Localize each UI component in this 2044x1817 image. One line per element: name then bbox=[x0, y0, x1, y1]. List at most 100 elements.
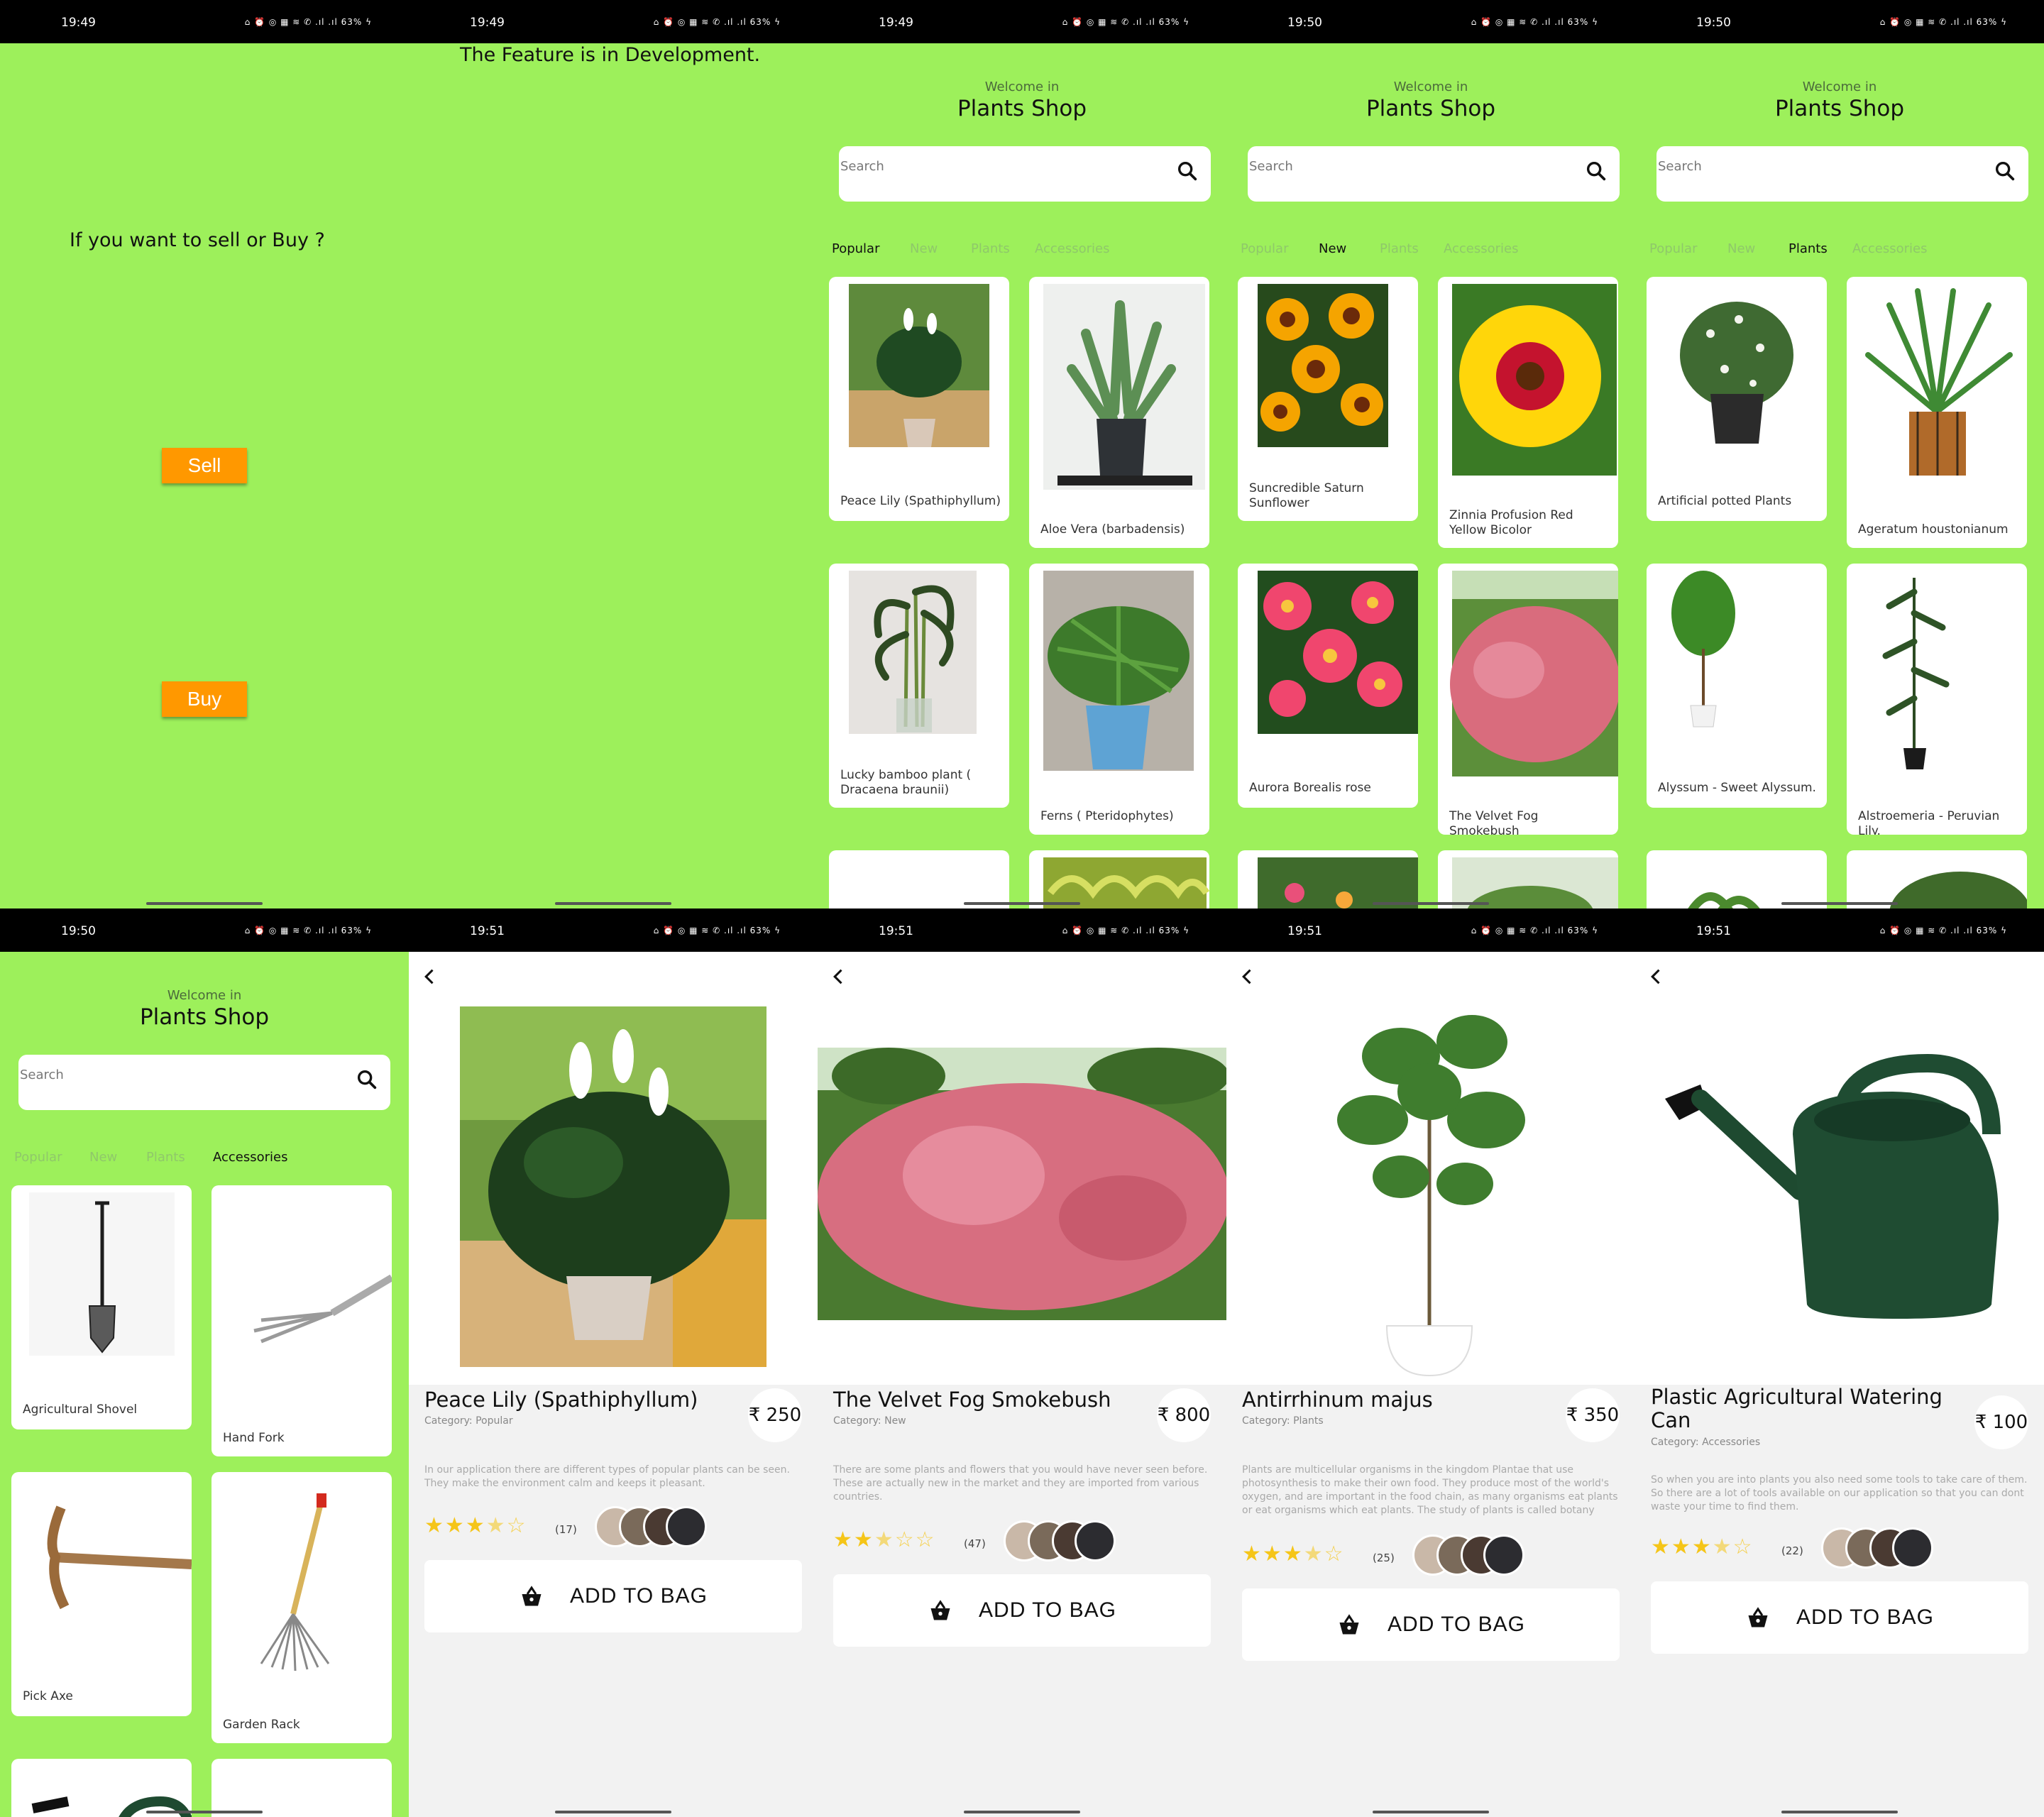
star-filled-icon: ★ bbox=[1242, 1542, 1263, 1566]
category-tabs: Popular New Plants Accessories bbox=[1241, 241, 1624, 263]
status-bar: 19:49 ⌂ ⏰ ◎ ▦ ≋ ✆ .ıl .ıl 63% ϟ bbox=[818, 0, 1226, 43]
back-arrow-icon[interactable] bbox=[1238, 967, 1258, 987]
status-icons: ⌂ ⏰ ◎ ▦ ≋ ✆ .ıl .ıl 63% ϟ bbox=[1062, 926, 1189, 935]
tab-plants[interactable]: Plants bbox=[1788, 241, 1828, 256]
tab-accessories[interactable]: Accessories bbox=[213, 1150, 288, 1165]
product-name: Alyssum - Sweet Alyssum. bbox=[1658, 781, 1816, 795]
rating-count: (22) bbox=[1781, 1544, 1803, 1557]
product-card[interactable]: Alyssum - Sweet Alyssum. bbox=[1647, 564, 1827, 808]
category-tabs: Popular New Plants Accessories bbox=[1649, 241, 2033, 263]
status-icons: ⌂ ⏰ ◎ ▦ ≋ ✆ .ıl .ıl 63% ϟ bbox=[244, 17, 372, 27]
star-filled-icon: ★ bbox=[1282, 1542, 1304, 1566]
status-icons: ⌂ ⏰ ◎ ▦ ≋ ✆ .ıl .ıl 63% ϟ bbox=[653, 926, 781, 935]
product-card[interactable]: Alstroemeria - Peruvian Lily. bbox=[1847, 564, 2027, 835]
star-filled-icon: ★ bbox=[833, 1527, 854, 1552]
home-indicator[interactable] bbox=[1373, 1811, 1489, 1813]
tab-popular[interactable]: Popular bbox=[832, 241, 880, 256]
status-icons: ⌂ ⏰ ◎ ▦ ≋ ✆ .ıl .ıl 63% ϟ bbox=[653, 17, 781, 27]
status-bar: 19:49 ⌂ ⏰ ◎ ▦ ≋ ✆ .ıl .ıl 63% ϟ bbox=[409, 0, 818, 43]
search-icon[interactable] bbox=[1175, 159, 1199, 183]
tab-popular[interactable]: Popular bbox=[1649, 241, 1698, 256]
product-card[interactable]: Artificial potted Plants bbox=[1647, 277, 1827, 521]
home-indicator[interactable] bbox=[1781, 902, 1898, 905]
home-indicator[interactable] bbox=[964, 1811, 1080, 1813]
rating-stars: ★★★★☆ bbox=[424, 1513, 527, 1538]
add-to-bag-button[interactable]: ADD TO BAG bbox=[833, 1574, 1211, 1647]
tab-new[interactable]: New bbox=[1319, 241, 1346, 256]
product-card[interactable]: Suncredible Saturn Sunflower bbox=[1238, 277, 1418, 521]
search-icon[interactable] bbox=[1993, 159, 2017, 183]
aurora-rose-image bbox=[1258, 571, 1418, 734]
tab-accessories[interactable]: Accessories bbox=[1852, 241, 1928, 256]
home-indicator[interactable] bbox=[1781, 1811, 1898, 1813]
tab-plants[interactable]: Plants bbox=[971, 241, 1010, 256]
search-icon[interactable] bbox=[355, 1067, 379, 1092]
add-to-bag-label: ADD TO BAG bbox=[1388, 1613, 1525, 1636]
sell-button[interactable]: Sell bbox=[162, 448, 247, 483]
product-card[interactable]: Agricultural Shovel bbox=[11, 1185, 192, 1429]
product-card[interactable]: Hand Fork bbox=[211, 1185, 392, 1456]
tab-popular[interactable]: Popular bbox=[14, 1150, 62, 1165]
product-card[interactable]: Garden Rack bbox=[211, 1472, 392, 1743]
tab-new[interactable]: New bbox=[910, 241, 938, 256]
product-card[interactable] bbox=[211, 1759, 392, 1817]
category-tabs: Popular New Plants Accessories bbox=[14, 1150, 397, 1171]
category-tabs: Popular New Plants Accessories bbox=[832, 241, 1215, 263]
home-indicator[interactable] bbox=[555, 1811, 671, 1813]
screen-detail-smokebush: 19:51 ⌂ ⏰ ◎ ▦ ≋ ✆ .ıl .ıl 63% ϟ The Velv… bbox=[818, 908, 1226, 1817]
product-card[interactable] bbox=[1238, 850, 1418, 908]
search-icon[interactable] bbox=[1584, 159, 1608, 183]
tab-new[interactable]: New bbox=[89, 1150, 117, 1165]
back-arrow-icon[interactable] bbox=[829, 967, 849, 987]
home-indicator[interactable] bbox=[146, 1811, 263, 1813]
add-to-bag-button[interactable]: ADD TO BAG bbox=[1242, 1588, 1620, 1661]
home-indicator[interactable] bbox=[1373, 902, 1489, 905]
aloe-vera-image bbox=[1043, 284, 1205, 490]
shovel-image bbox=[29, 1192, 175, 1356]
product-description: Plants are multicellular organisms in th… bbox=[1242, 1464, 1618, 1516]
product-card[interactable]: Aurora Borealis rose bbox=[1238, 564, 1418, 808]
shop-title: Plants Shop bbox=[1774, 96, 1905, 121]
product-card[interactable] bbox=[11, 1759, 192, 1817]
product-card[interactable]: Lucky bamboo plant ( Dracaena braunii) bbox=[829, 564, 1009, 808]
search-input[interactable]: Search bbox=[1248, 146, 1620, 202]
tab-accessories[interactable]: Accessories bbox=[1444, 241, 1519, 256]
product-card[interactable]: Pick Axe bbox=[11, 1472, 192, 1716]
search-placeholder: Search bbox=[1249, 159, 1293, 174]
product-card[interactable]: Peace Lily (Spathiphyllum) bbox=[829, 277, 1009, 521]
product-card[interactable] bbox=[1029, 850, 1209, 908]
add-to-bag-button[interactable]: ADD TO BAG bbox=[424, 1560, 802, 1632]
product-card[interactable]: Aloe Vera (barbadensis) bbox=[1029, 277, 1209, 548]
avatar bbox=[1892, 1527, 1933, 1569]
development-message: The Feature is in Development. bbox=[460, 44, 761, 66]
plant-image bbox=[1889, 872, 2027, 908]
product-card[interactable]: Ferns ( Pteridophytes) bbox=[1029, 564, 1209, 835]
product-card[interactable]: Zinnia Profusion Red Yellow Bicolor bbox=[1438, 277, 1618, 548]
home-indicator[interactable] bbox=[146, 902, 263, 905]
product-card[interactable] bbox=[1847, 850, 2027, 908]
star-empty-icon: ☆ bbox=[1324, 1542, 1345, 1566]
tab-plants[interactable]: Plants bbox=[1380, 241, 1419, 256]
search-input[interactable]: Search bbox=[839, 146, 1211, 202]
buy-button[interactable]: Buy bbox=[162, 681, 247, 717]
product-card[interactable] bbox=[829, 850, 1009, 908]
search-input[interactable]: Search bbox=[18, 1055, 390, 1110]
tab-popular[interactable]: Popular bbox=[1241, 241, 1289, 256]
back-arrow-icon[interactable] bbox=[1647, 967, 1666, 987]
tab-accessories[interactable]: Accessories bbox=[1035, 241, 1110, 256]
home-indicator[interactable] bbox=[555, 902, 671, 905]
home-indicator[interactable] bbox=[964, 902, 1080, 905]
avatar bbox=[666, 1506, 707, 1547]
product-card[interactable]: The Velvet Fog Smokebush bbox=[1438, 564, 1618, 835]
product-card[interactable] bbox=[1647, 850, 1827, 908]
product-card[interactable]: Ageratum houstonianum bbox=[1847, 277, 2027, 548]
search-input[interactable]: Search bbox=[1656, 146, 2028, 202]
tab-plants[interactable]: Plants bbox=[146, 1150, 185, 1165]
tab-new[interactable]: New bbox=[1727, 241, 1755, 256]
zinnia-image bbox=[1452, 284, 1617, 476]
add-to-bag-button[interactable]: ADD TO BAG bbox=[1651, 1581, 2028, 1654]
screen-shop-popular: 19:49 ⌂ ⏰ ◎ ▦ ≋ ✆ .ıl .ıl 63% ϟ Welcome … bbox=[818, 0, 1226, 908]
back-arrow-icon[interactable] bbox=[420, 967, 440, 987]
price-badge: ₹ 350 bbox=[1566, 1388, 1620, 1442]
product-card[interactable] bbox=[1438, 850, 1618, 908]
